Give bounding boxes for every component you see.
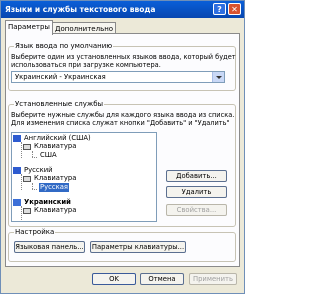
ok-button[interactable]: OK: [92, 273, 136, 285]
help-button[interactable]: ?: [213, 3, 226, 15]
title-bar[interactable]: Языки и службы текстового ввода ? ✕: [1, 1, 244, 18]
properties-button[interactable]: Свойства...: [166, 204, 227, 216]
tab-parameters[interactable]: Параметры: [5, 20, 53, 35]
dialog-window: Языки и службы текстового ввода ? ✕ Пара…: [0, 0, 245, 294]
default-language-select[interactable]: Украинский - Украинская: [11, 71, 225, 83]
keyboard-settings-button[interactable]: Параметры клавиатуры...: [90, 241, 186, 253]
tree-layout-us[interactable]: США: [40, 151, 57, 160]
tree-keyboard-english[interactable]: Клавиатура: [34, 142, 76, 151]
cancel-button[interactable]: Отмена: [140, 273, 184, 285]
remove-button[interactable]: Удалить: [166, 186, 227, 198]
en-flag-icon: [13, 135, 21, 142]
keyboard-icon: [23, 144, 31, 150]
default-language-group-label: Язык ввода по умолчанию: [14, 42, 114, 50]
services-tree[interactable]: Английский (США) Клавиатура США Русский …: [11, 132, 157, 222]
keyboard-icon: [23, 176, 31, 182]
add-button[interactable]: Добавить...: [166, 170, 227, 182]
language-bar-button[interactable]: Языковая панель...: [14, 241, 85, 253]
dropdown-arrow-icon[interactable]: [212, 72, 224, 82]
close-button[interactable]: ✕: [228, 3, 241, 15]
settings-group-label: Настройка: [14, 228, 56, 236]
keyboard-icon: [23, 208, 31, 214]
window-title: Языки и службы текстового ввода: [5, 5, 156, 14]
default-language-description-1: Выберите один из установленных языков вв…: [11, 53, 236, 61]
uk-flag-icon: [13, 199, 21, 206]
installed-services-description-2: Для изменения списка служат кнопки "Доба…: [11, 119, 230, 127]
installed-services-group-label: Установленные службы: [14, 100, 105, 108]
default-language-description-2: использоваться при загрузке компьютера.: [11, 61, 161, 69]
tree-layout-russian[interactable]: Русская: [39, 183, 69, 192]
ru-flag-icon: [13, 167, 21, 174]
tree-keyboard-russian[interactable]: Клавиатура: [34, 174, 76, 183]
tree-keyboard-ukrainian[interactable]: Клавиатура: [34, 206, 76, 215]
installed-services-description-1: Выберите нужные службы для каждого языка…: [11, 111, 235, 119]
default-language-value: Украинский - Украинская: [15, 73, 106, 81]
apply-button[interactable]: Применить: [189, 273, 237, 285]
